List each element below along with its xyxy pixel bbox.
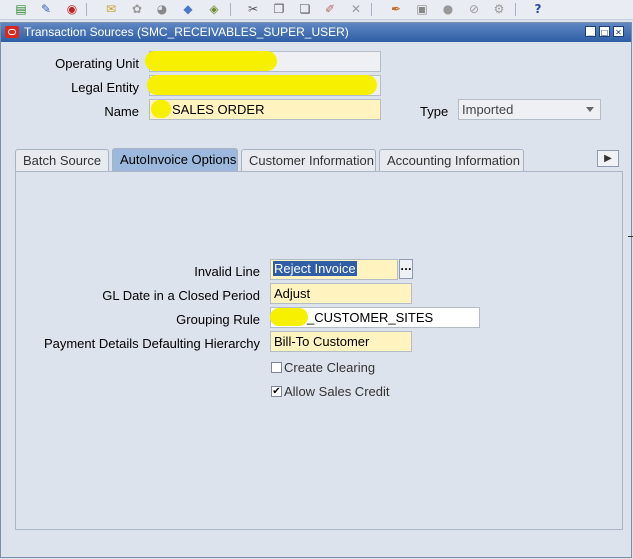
gl-date-label: GL Date in a Closed Period xyxy=(102,288,260,303)
payment-details-label: Payment Details Defaulting Hierarchy xyxy=(43,336,260,351)
invalid-line-field[interactable]: Reject Invoice xyxy=(270,259,398,280)
chevron-down-icon xyxy=(586,107,594,112)
maximize-icon[interactable]: □ xyxy=(599,26,610,37)
tab-batch-source[interactable]: Batch Source xyxy=(15,149,109,171)
delete-icon[interactable]: ✕ xyxy=(348,2,364,17)
oracle-logo-icon xyxy=(5,26,19,38)
tab-scroll-right-icon[interactable]: ▶ xyxy=(597,150,619,167)
pen-icon[interactable]: ✒ xyxy=(388,2,404,17)
allow-sales-credit-checkbox[interactable]: ✔ xyxy=(271,386,282,397)
gl-date-field[interactable]: Adjust xyxy=(270,283,412,304)
window-edge xyxy=(628,236,633,237)
find-icon[interactable]: ✎ xyxy=(38,2,54,17)
close-icon[interactable]: ◕ xyxy=(154,2,170,17)
tab-autoinvoice-options[interactable]: AutoInvoice Options xyxy=(112,148,238,171)
name-label: Name xyxy=(104,104,139,119)
name-field[interactable]: SALES ORDER xyxy=(149,99,381,120)
redaction-mark xyxy=(147,75,377,95)
toolbar: ▤ ✎ ◉ ✉ ✿ ◕ ◆ ◈ ✂ ❐ ❏ ✐ ✕ ✒ ▣ ● ⊘ ⚙ ? xyxy=(0,0,633,20)
legal-entity-label: Legal Entity xyxy=(71,80,139,95)
redaction-mark xyxy=(270,308,308,326)
save-icon[interactable]: ✉ xyxy=(103,2,119,17)
navigator-icon[interactable]: ◉ xyxy=(64,2,80,17)
help-icon[interactable]: ? xyxy=(530,2,546,17)
invalid-line-label: Invalid Line xyxy=(194,264,260,279)
allow-sales-credit-label: Allow Sales Credit xyxy=(284,384,390,399)
cut-icon[interactable]: ✂ xyxy=(245,2,261,17)
print-icon[interactable]: ✿ xyxy=(129,2,145,17)
type-select-value: Imported xyxy=(462,102,514,117)
window-title: Transaction Sources (SMC_RECEIVABLES_SUP… xyxy=(24,25,349,39)
clear-icon[interactable]: ◆ xyxy=(180,2,196,17)
payment-details-field[interactable]: Bill-To Customer xyxy=(270,331,412,352)
close-window-icon[interactable]: ✕ xyxy=(613,26,624,37)
type-select[interactable]: Imported xyxy=(458,99,601,120)
operating-unit-label: Operating Unit xyxy=(55,56,139,71)
folder-icon[interactable]: ▣ xyxy=(414,2,430,17)
create-clearing-checkbox[interactable] xyxy=(271,362,282,373)
copy-icon[interactable]: ❐ xyxy=(271,2,287,17)
new-icon[interactable]: ▤ xyxy=(13,2,29,17)
lov-button[interactable]: ... xyxy=(399,259,413,279)
create-clearing-label: Create Clearing xyxy=(284,360,376,375)
grouping-rule-label: Grouping Rule xyxy=(176,312,260,327)
window-titlebar: Transaction Sources (SMC_RECEIVABLES_SUP… xyxy=(1,23,631,42)
tab-accounting-information[interactable]: Accounting Information xyxy=(379,149,524,171)
attach-icon[interactable]: ⊘ xyxy=(466,2,482,17)
invalid-line-value: Reject Invoice xyxy=(273,261,357,276)
edit-icon[interactable]: ✐ xyxy=(322,2,338,17)
paste-icon[interactable]: ❏ xyxy=(297,2,313,17)
attachments-icon[interactable]: ◈ xyxy=(206,2,222,17)
tools-icon[interactable]: ⚙ xyxy=(491,2,507,17)
type-label: Type xyxy=(420,104,449,119)
record-icon[interactable]: ● xyxy=(440,2,456,17)
redaction-mark xyxy=(151,100,171,118)
minimize-icon[interactable]: ▁ xyxy=(585,26,596,37)
redaction-mark xyxy=(145,51,277,71)
tab-customer-information[interactable]: Customer Information xyxy=(241,149,376,171)
